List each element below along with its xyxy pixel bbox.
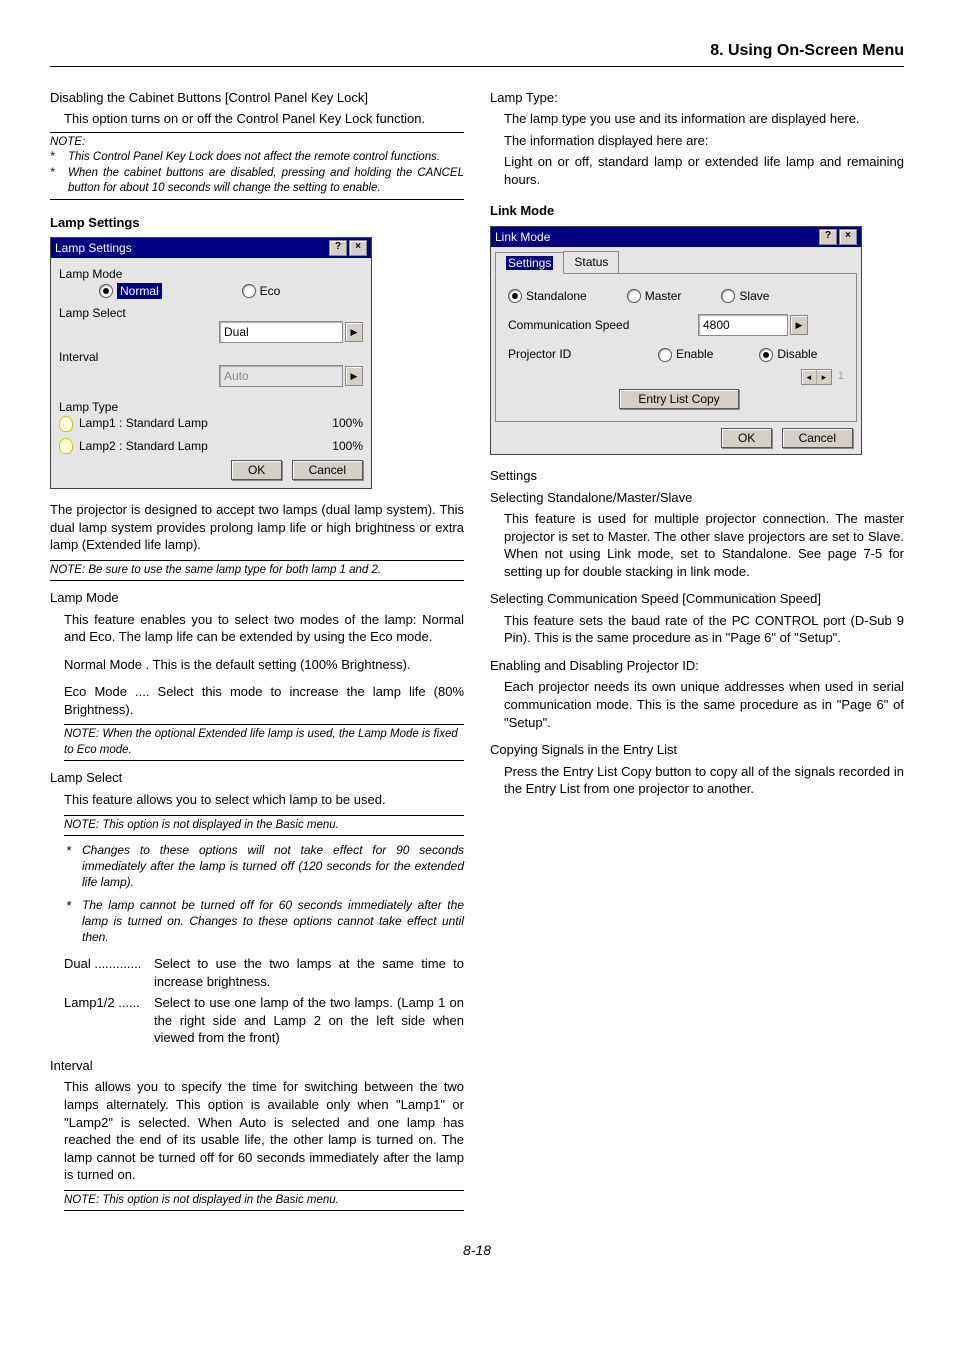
pid-p: Each projector needs its own unique addr… — [490, 678, 904, 731]
dual-term: Dual ............. — [64, 955, 154, 990]
lamp-select-h: Lamp Select — [50, 769, 464, 787]
comm-h: Selecting Communication Speed [Communica… — [490, 590, 904, 608]
dropdown-icon[interactable]: ▶ — [345, 366, 363, 386]
note-block-1: NOTE: *This Control Panel Key Lock does … — [50, 132, 464, 200]
lamp-select-p: This feature allows you to select which … — [50, 791, 464, 809]
radio-standalone[interactable]: Standalone — [508, 288, 587, 304]
comm-p: This feature sets the baud rate of the P… — [490, 612, 904, 647]
lamp-type-h: Lamp Type: — [490, 89, 904, 107]
entry-list-copy-button[interactable]: Entry List Copy — [619, 389, 738, 409]
lamp-settings-dialog: Lamp Settings ? × Lamp Mode Normal Eco L… — [50, 237, 372, 489]
sel-h: Selecting Standalone/Master/Slave — [490, 489, 904, 507]
lamp-type-p2: The information displayed here are: — [490, 132, 904, 150]
copy-h: Copying Signals in the Entry List — [490, 741, 904, 759]
disable-heading: Disabling the Cabinet Buttons [Control P… — [50, 89, 464, 107]
tab-status[interactable]: Status — [563, 251, 619, 273]
note-1: This Control Panel Key Lock does not aff… — [68, 150, 464, 166]
bulb-icon — [59, 416, 73, 432]
lamp2-pct: 100% — [332, 438, 363, 454]
radio-slave[interactable]: Slave — [721, 288, 769, 304]
note-label: NOTE: — [50, 135, 464, 151]
interval-p: This allows you to specify the time for … — [50, 1078, 464, 1183]
lamp-mode-p: This feature enables you to select two m… — [50, 611, 464, 646]
projector-id-label: Projector ID — [508, 346, 658, 362]
lamp12-term: Lamp1/2 ...... — [64, 994, 154, 1047]
lamp-type-p1: The lamp type you use and its informatio… — [490, 110, 904, 128]
page-header: 8. Using On-Screen Menu — [50, 40, 904, 67]
help-icon[interactable]: ? — [819, 229, 837, 245]
interval-field: Auto — [219, 365, 343, 387]
lamp-select-label: Lamp Select — [59, 305, 363, 321]
lamp-select-field[interactable]: Dual — [219, 321, 343, 343]
normal-mode-line: Normal Mode . This is the default settin… — [50, 656, 464, 674]
star-2: The lamp cannot be turned off for 60 sec… — [82, 897, 464, 946]
comm-speed-label: Communication Speed — [508, 317, 698, 333]
bulb-icon — [59, 438, 73, 454]
eco-mode-line: Eco Mode .... Select this mode to increa… — [50, 683, 464, 718]
sel-p: This feature is used for multiple projec… — [490, 510, 904, 580]
interval-label: Interval — [59, 349, 363, 365]
radio-normal[interactable]: Normal — [99, 283, 162, 299]
lamp12-def: Select to use one lamp of the two lamps.… — [154, 994, 464, 1047]
star-1: Changes to these options will not take e… — [82, 842, 464, 891]
para-dual-lamp: The projector is designed to accept two … — [50, 501, 464, 554]
dual-def: Select to use the two lamps at the same … — [154, 955, 464, 990]
close-icon[interactable]: × — [349, 240, 367, 256]
spin-left-icon: ◂ — [802, 370, 817, 384]
spin-right-icon: ▸ — [817, 370, 831, 384]
settings-h: Settings — [490, 467, 904, 485]
dropdown-icon[interactable]: ▶ — [790, 315, 808, 335]
chapter-title: 8. Using On-Screen Menu — [710, 42, 904, 59]
note-5: NOTE: This option is not displayed in th… — [64, 815, 464, 837]
radio-eco[interactable]: Eco — [242, 283, 281, 299]
pid-h: Enabling and Disabling Projector ID: — [490, 657, 904, 675]
help-icon[interactable]: ? — [329, 240, 347, 256]
note-4: NOTE: When the optional Extended life la… — [64, 724, 464, 761]
cancel-button[interactable]: Cancel — [782, 428, 853, 448]
copy-p: Press the Entry List Copy button to copy… — [490, 763, 904, 798]
lamp1-pct: 100% — [332, 415, 363, 431]
close-icon[interactable]: × — [839, 229, 857, 245]
left-column: Disabling the Cabinet Buttons [Control P… — [50, 89, 464, 1218]
link-mode-heading: Link Mode — [490, 202, 904, 220]
lamp-settings-heading: Lamp Settings — [50, 214, 464, 232]
note-2: When the cabinet buttons are disabled, p… — [68, 166, 464, 197]
spinner-value: 1 — [838, 369, 844, 384]
lamp-type-label: Lamp Type — [59, 399, 363, 415]
dialog-title: Link Mode — [495, 229, 817, 245]
radio-disable[interactable]: Disable — [759, 346, 817, 362]
lamp-mode-label: Lamp Mode — [59, 266, 363, 282]
lamp-type-p3: Light on or off, standard lamp or extend… — [490, 153, 904, 188]
radio-master[interactable]: Master — [627, 288, 682, 304]
note-6: NOTE: This option is not displayed in th… — [64, 1190, 464, 1212]
lamp1-text: Lamp1 : Standard Lamp — [79, 415, 332, 431]
projector-id-spinner[interactable]: ◂▸ — [801, 369, 832, 385]
page-number: 8-18 — [50, 1241, 904, 1260]
lamp-mode-h: Lamp Mode — [50, 589, 464, 607]
ok-button[interactable]: OK — [231, 460, 282, 480]
ok-button[interactable]: OK — [721, 428, 772, 448]
radio-enable[interactable]: Enable — [658, 346, 713, 362]
cancel-button[interactable]: Cancel — [292, 460, 363, 480]
dropdown-icon[interactable]: ▶ — [345, 322, 363, 342]
note-3: NOTE: Be sure to use the same lamp type … — [50, 560, 464, 582]
link-mode-dialog: Link Mode ? × Settings Status Standalone… — [490, 226, 862, 455]
disable-desc: This option turns on or off the Control … — [50, 110, 464, 128]
interval-h: Interval — [50, 1057, 464, 1075]
dialog-title: Lamp Settings — [55, 240, 327, 256]
tab-settings[interactable]: Settings — [495, 252, 564, 274]
lamp2-text: Lamp2 : Standard Lamp — [79, 438, 332, 454]
right-column: Lamp Type: The lamp type you use and its… — [490, 89, 904, 1218]
comm-speed-field[interactable]: 4800 — [698, 314, 788, 336]
